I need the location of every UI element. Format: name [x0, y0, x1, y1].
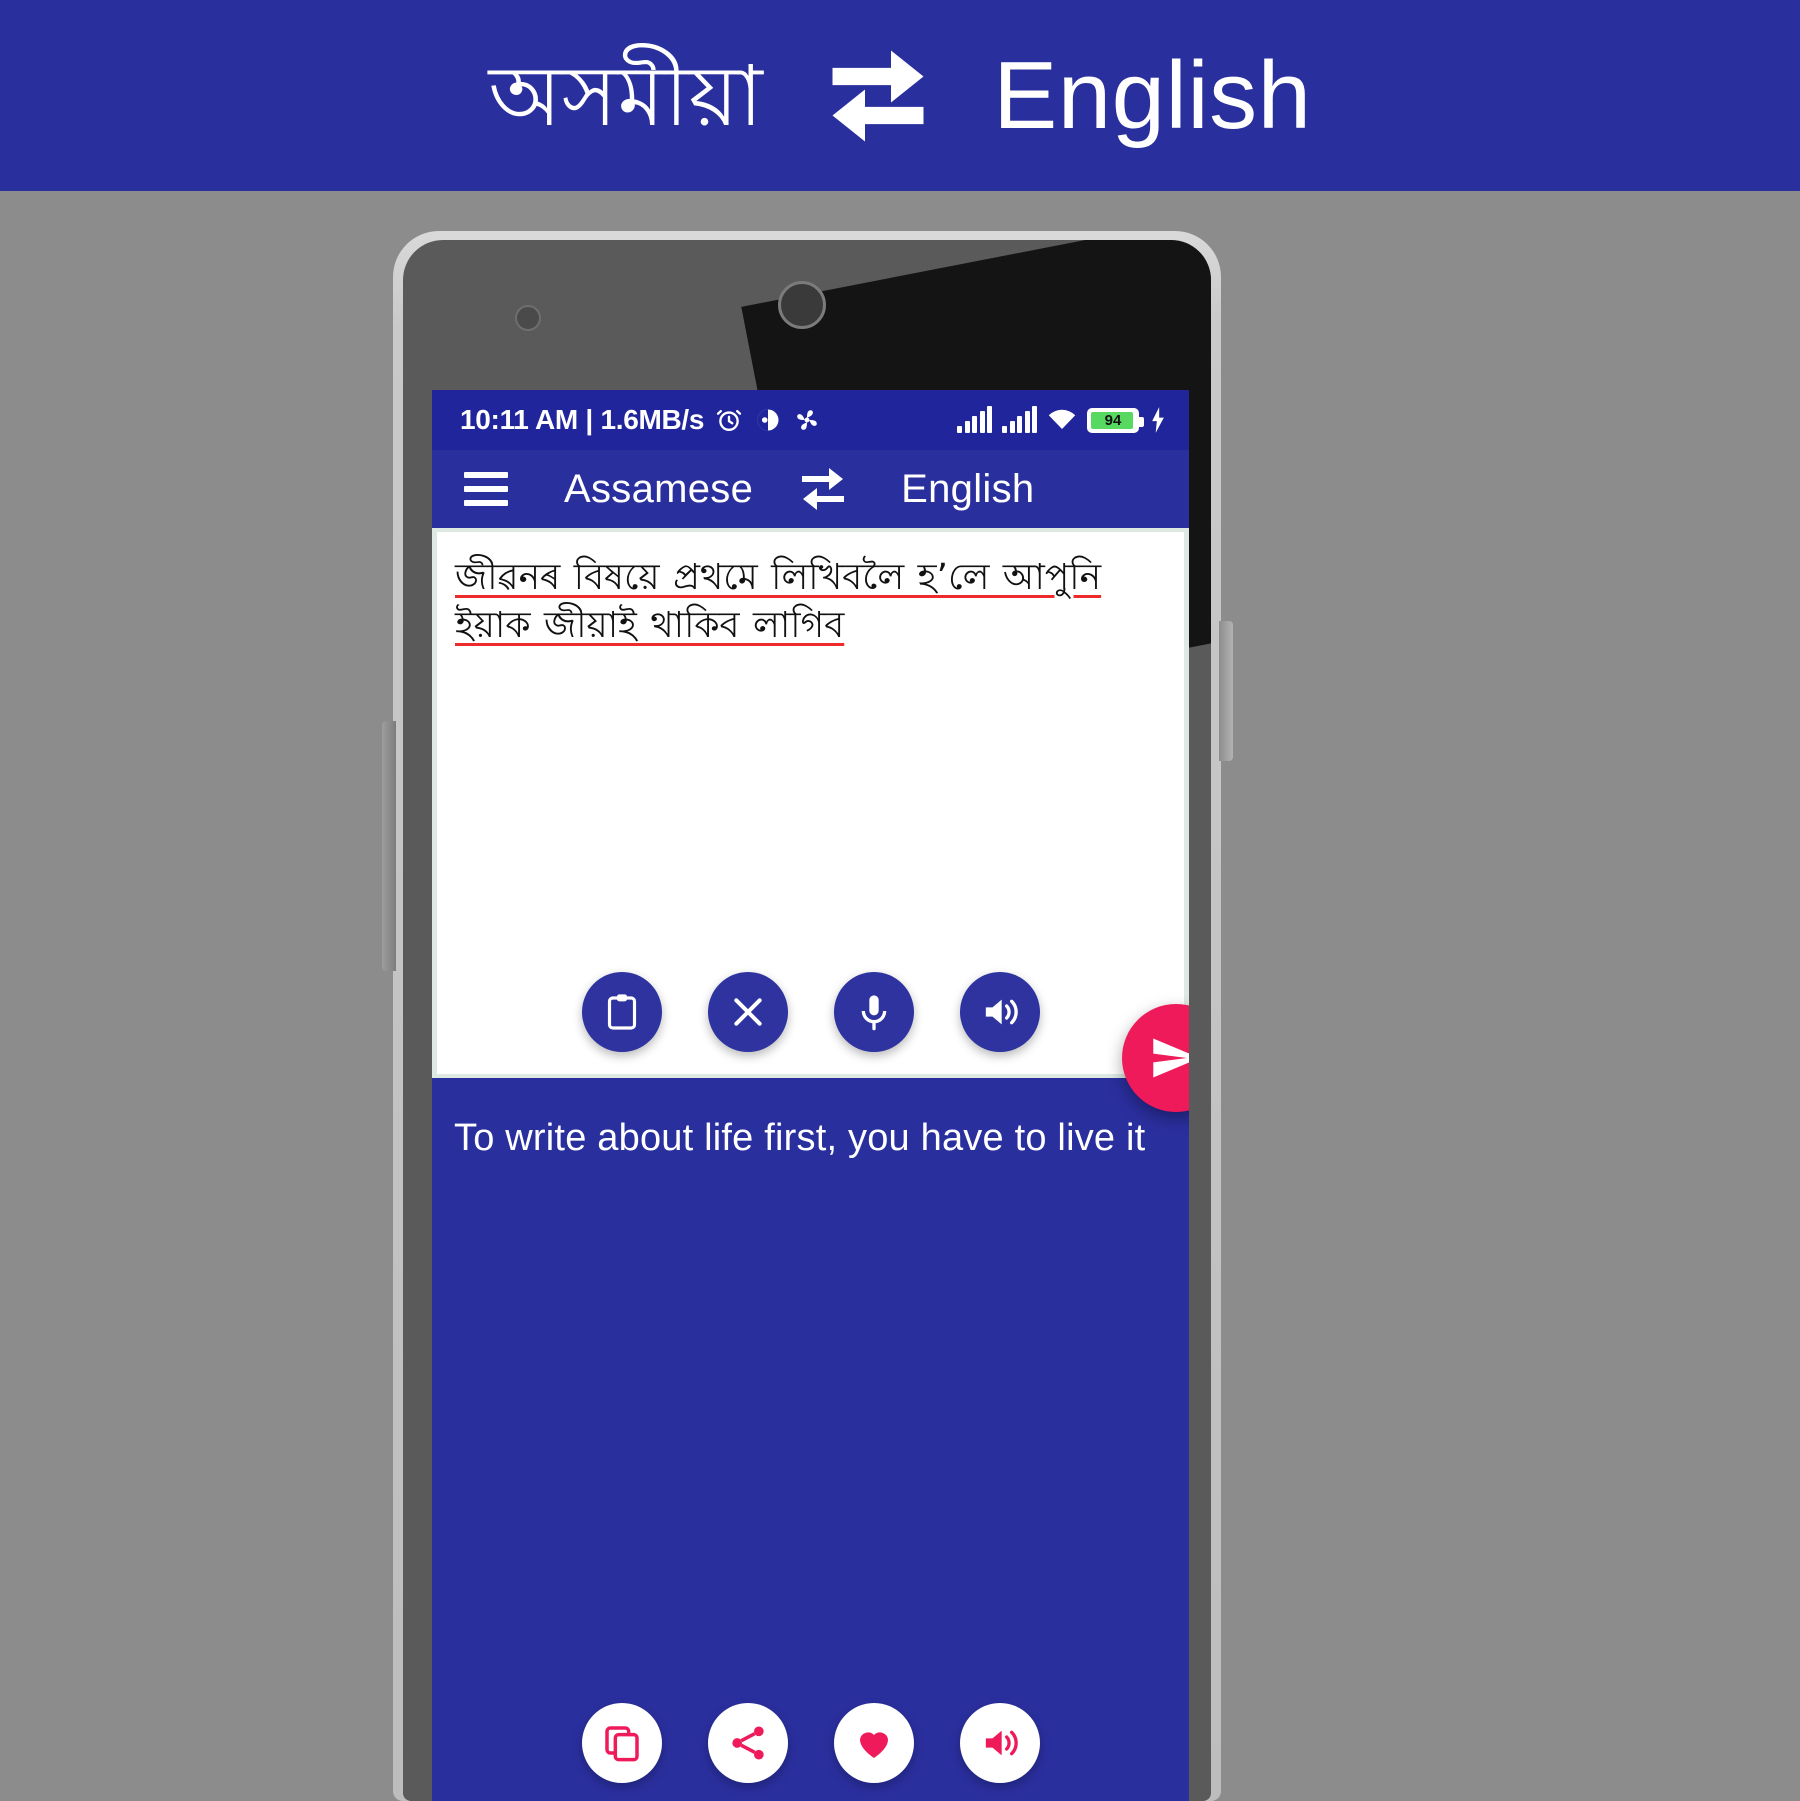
lightning-bolt-icon [1152, 407, 1164, 433]
status-bar-left: 10:11 AM | 1.6MB/s [460, 404, 821, 436]
target-language-selector[interactable]: English [901, 467, 1034, 512]
phone-sensor-dot [515, 305, 541, 331]
alarm-clock-icon [717, 409, 742, 431]
translation-result-panel: To write about life first, you have to l… [432, 1074, 1189, 1801]
status-bar-right: 94 [957, 390, 1167, 450]
swap-horizontal-icon[interactable] [799, 467, 847, 511]
source-language-selector[interactable]: Assamese [564, 467, 753, 512]
speak-result-button[interactable] [959, 1703, 1040, 1783]
source-action-bar [437, 972, 1184, 1052]
translation-result-text: To write about life first, you have to l… [454, 1117, 1146, 1159]
stage-background: 10:11 AM | 1.6MB/s 94 Assamese English জ… [0, 191, 1800, 1801]
favorite-button[interactable] [833, 1703, 914, 1783]
microphone-icon [861, 995, 886, 1031]
battery-level-label: 94 [1104, 411, 1122, 429]
source-input-card: জীৱনৰ বিষয়ে প্ৰথমে লিখিবলৈ হ’লে আপুনি ই… [432, 528, 1189, 1112]
paste-button[interactable] [581, 972, 662, 1052]
share-icon [731, 1726, 764, 1760]
phone-device-mockup: 10:11 AM | 1.6MB/s 94 Assamese English জ… [382, 231, 1233, 1801]
fan-icon [797, 410, 817, 430]
speaker-volume-icon [985, 1730, 1018, 1756]
wifi-icon [1048, 409, 1076, 429]
signal-bars-icon [957, 406, 992, 433]
copy-icon [604, 1726, 639, 1762]
share-button[interactable] [707, 1703, 788, 1783]
mic-button[interactable] [833, 972, 914, 1052]
status-time-and-speed: 10:11 AM | 1.6MB/s [460, 404, 705, 435]
promo-source-language: অসমীয়া [488, 46, 764, 145]
speaker-volume-icon [985, 999, 1018, 1025]
speak-source-button[interactable] [959, 972, 1040, 1052]
send-paper-plane-icon [1153, 1038, 1189, 1078]
clear-button[interactable] [707, 972, 788, 1052]
promo-target-language: English [993, 41, 1312, 149]
copy-button[interactable] [581, 1703, 662, 1783]
close-x-icon [733, 998, 762, 1026]
clipboard-icon [607, 994, 636, 1030]
promo-banner: অসমীয়া English [0, 0, 1800, 191]
heart-icon [859, 1732, 888, 1758]
battery-indicator: 94 [1087, 407, 1144, 433]
status-bar: 10:11 AM | 1.6MB/s 94 [432, 390, 1189, 450]
phone-screen: 10:11 AM | 1.6MB/s 94 Assamese English জ… [432, 390, 1189, 1801]
result-action-bar [432, 1703, 1189, 1783]
phone-volume-button [382, 721, 396, 971]
brightness-icon [757, 409, 779, 431]
swap-horizontal-icon [832, 50, 924, 141]
source-text-input[interactable]: জীৱনৰ বিষয়ে প্ৰথমে লিখিবলৈ হ’লে আপুনি ই… [437, 532, 1184, 650]
hamburger-menu-icon[interactable] [464, 472, 508, 506]
app-bar: Assamese English [432, 450, 1189, 528]
phone-front-camera [778, 281, 826, 329]
signal-bars-icon-2 [1002, 406, 1037, 433]
phone-power-button [1219, 621, 1233, 761]
